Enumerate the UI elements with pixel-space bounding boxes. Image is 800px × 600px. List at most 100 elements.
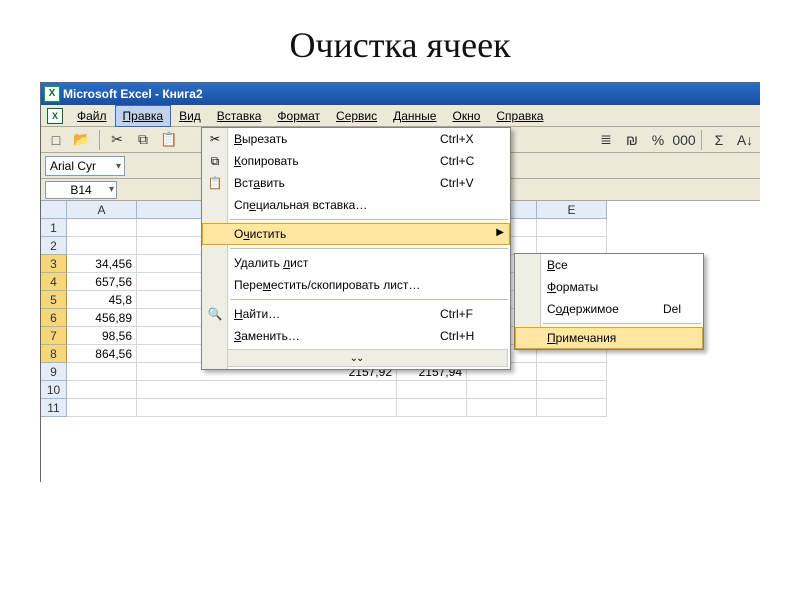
menu-help[interactable]: Справка (488, 105, 551, 127)
copy-icon[interactable]: ⧉ (132, 129, 154, 151)
window-title: Microsoft Excel - Книга2 (63, 87, 203, 101)
excel-app-icon: X (44, 86, 60, 102)
menu-shortcut: Ctrl+H (440, 329, 510, 343)
menu-move-copy-sheet[interactable]: Переместить/скопировать лист… (202, 274, 510, 296)
cell[interactable] (467, 381, 537, 399)
row-header[interactable]: 2 (41, 237, 67, 255)
menu-shortcut: Ctrl+X (440, 132, 510, 146)
cell[interactable]: 864,56 (67, 345, 137, 363)
menu-separator (230, 219, 508, 220)
row-header[interactable]: 3 (41, 255, 67, 273)
menu-shortcut: Ctrl+V (440, 176, 510, 190)
cell[interactable] (137, 381, 397, 399)
row-header[interactable]: 10 (41, 381, 67, 399)
open-icon[interactable]: 📂 (71, 129, 93, 151)
submenu-clear-contents[interactable]: Содержимое Del (515, 298, 703, 320)
submenu-clear-all[interactable]: Все (515, 254, 703, 276)
menu-label: Все (547, 258, 703, 272)
menu-view[interactable]: Вид (171, 105, 209, 127)
menu-label: Вставить (234, 176, 440, 190)
menu-label: Форматы (547, 280, 703, 294)
cell[interactable] (537, 219, 607, 237)
autosum-icon[interactable]: Σ (708, 129, 730, 151)
menu-label: Специальная вставка… (234, 198, 510, 212)
clipboard-icon: 📋 (206, 174, 224, 192)
menu-delete-sheet[interactable]: Удалить лист (202, 252, 510, 274)
col-A[interactable]: A (67, 201, 137, 219)
menu-insert[interactable]: Вставка (209, 105, 270, 127)
currency-icon[interactable]: ₪ (621, 129, 643, 151)
cell[interactable] (537, 399, 607, 417)
percent-icon[interactable]: % (647, 129, 669, 151)
cell[interactable]: 45,8 (67, 291, 137, 309)
cell[interactable] (537, 381, 607, 399)
sort-icon[interactable]: A↓ (734, 129, 756, 151)
cell[interactable] (467, 399, 537, 417)
cell[interactable]: 456,89 (67, 309, 137, 327)
grid-row: 10 (41, 381, 760, 399)
cut-icon[interactable]: ✂ (106, 129, 128, 151)
title-bar: X Microsoft Excel - Книга2 (41, 83, 760, 105)
menu-label: Очистить (234, 227, 510, 241)
cell[interactable] (67, 381, 137, 399)
paste-icon[interactable]: 📋 (158, 129, 180, 151)
comma-icon[interactable]: 000 (673, 129, 695, 151)
menu-format[interactable]: Формат (269, 105, 328, 127)
menu-label: Удалить лист (234, 256, 510, 270)
menu-label: Найти… (234, 307, 440, 321)
menu-separator (230, 248, 508, 249)
menu-tools[interactable]: Сервис (328, 105, 385, 127)
row-header[interactable]: 8 (41, 345, 67, 363)
name-box[interactable]: B14 (45, 181, 117, 199)
slide-title: Очистка ячеек (0, 0, 800, 82)
row-header[interactable]: 7 (41, 327, 67, 345)
row-header[interactable]: 4 (41, 273, 67, 291)
binoculars-icon: 🔍 (206, 305, 224, 323)
cell[interactable] (137, 399, 397, 417)
cell[interactable] (397, 399, 467, 417)
cell[interactable] (67, 237, 137, 255)
menu-paste-special[interactable]: Специальная вставка… (202, 194, 510, 216)
menu-shortcut: Ctrl+C (440, 154, 510, 168)
cell[interactable] (537, 363, 607, 381)
cell[interactable]: 34,456 (67, 255, 137, 273)
col-E[interactable]: E (537, 201, 607, 219)
menu-find[interactable]: 🔍 Найти… Ctrl+F (202, 303, 510, 325)
cell[interactable] (67, 363, 137, 381)
cell[interactable]: 98,56 (67, 327, 137, 345)
menu-separator (543, 323, 701, 324)
row-header[interactable]: 5 (41, 291, 67, 309)
menu-data[interactable]: Данные (385, 105, 444, 127)
menu-label: Копировать (234, 154, 440, 168)
menu-label: Примечания (547, 331, 703, 345)
menu-window[interactable]: Окно (444, 105, 488, 127)
menu-cut[interactable]: ✂ Вырезать Ctrl+X (202, 128, 510, 150)
menu-shortcut: Ctrl+F (440, 307, 510, 321)
row-header[interactable]: 6 (41, 309, 67, 327)
menu-clear[interactable]: Очистить ▶ (202, 223, 510, 245)
align-icon[interactable]: ≣ (595, 129, 617, 151)
menu-replace[interactable]: Заменить… Ctrl+H (202, 325, 510, 347)
menu-copy[interactable]: ⧉ Копировать Ctrl+C (202, 150, 510, 172)
font-name-combo[interactable]: Arial Cyr (45, 156, 125, 176)
workbook-icon: X (47, 108, 63, 124)
menu-edit[interactable]: Правка (115, 105, 172, 127)
separator (701, 130, 702, 150)
cell[interactable]: 657,56 (67, 273, 137, 291)
row-header[interactable]: 11 (41, 399, 67, 417)
submenu-clear-comments[interactable]: Примечания (515, 327, 703, 349)
menu-bar: X Файл Правка Вид Вставка Формат Сервис … (41, 105, 760, 127)
row-header[interactable]: 1 (41, 219, 67, 237)
cell[interactable] (67, 399, 137, 417)
cell[interactable] (67, 219, 137, 237)
menu-file[interactable]: Файл (69, 105, 115, 127)
select-all-corner[interactable] (41, 201, 67, 219)
row-header[interactable]: 9 (41, 363, 67, 381)
copy-icon: ⧉ (206, 152, 224, 170)
menu-paste[interactable]: 📋 Вставить Ctrl+V (202, 172, 510, 194)
menu-expand-button[interactable]: ⌄⌄ (204, 349, 508, 367)
clear-submenu: Все Форматы Содержимое Del Примечания (514, 253, 704, 350)
submenu-clear-formats[interactable]: Форматы (515, 276, 703, 298)
new-icon[interactable]: □ (45, 129, 67, 151)
cell[interactable] (397, 381, 467, 399)
